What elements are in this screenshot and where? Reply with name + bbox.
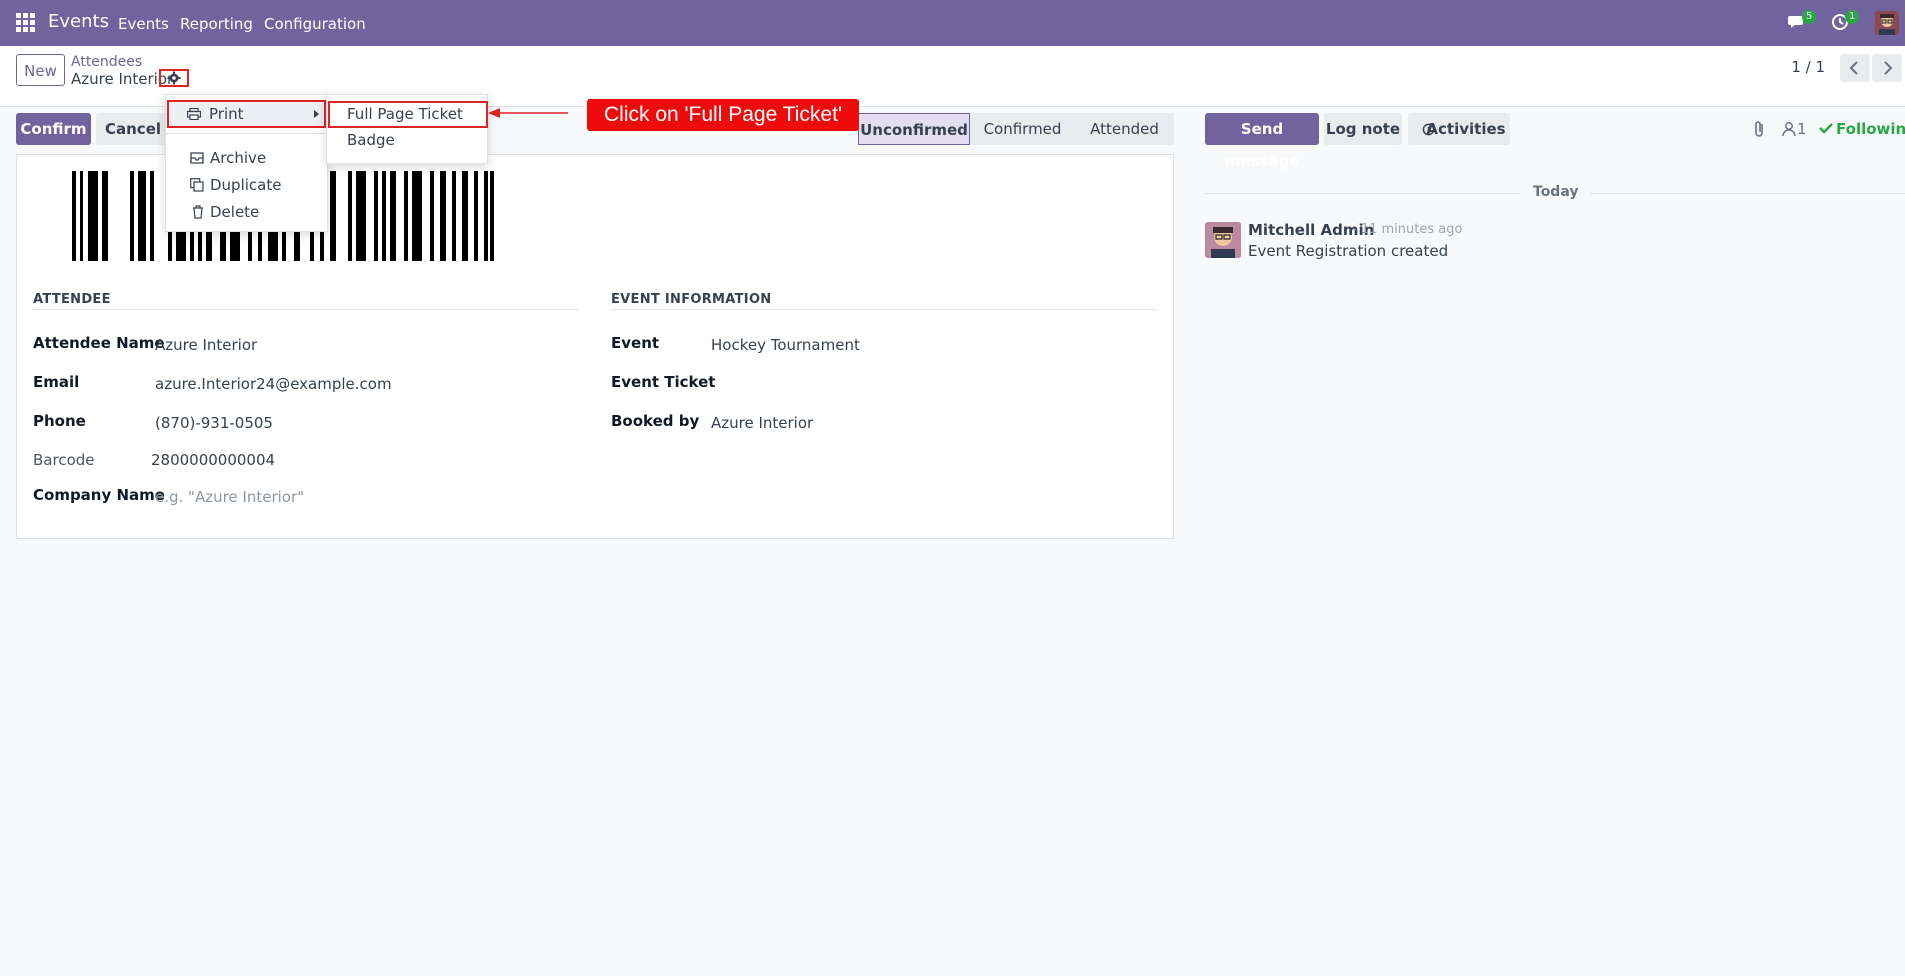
- company-name-label: Company Name: [33, 486, 165, 504]
- confirm-button[interactable]: Confirm: [16, 113, 91, 145]
- paperclip-icon[interactable]: [1752, 120, 1766, 138]
- following-button[interactable]: Following: [1836, 120, 1905, 138]
- caret-right-icon: [314, 110, 319, 118]
- activities-label: Activities: [1426, 120, 1506, 138]
- printer-icon: [187, 108, 201, 120]
- full-page-ticket-menu-item[interactable]: Full Page Ticket: [347, 105, 463, 123]
- top-navbar: Events Events Reporting Configuration 5 …: [0, 0, 1905, 46]
- app-name[interactable]: Events: [48, 11, 109, 32]
- activities-count-badge: 1: [1845, 10, 1860, 24]
- status-unconfirmed[interactable]: Unconfirmed: [858, 113, 970, 145]
- phone-field[interactable]: (870)-931-0505: [155, 414, 273, 432]
- gear-highlight-box[interactable]: [159, 69, 189, 87]
- annotation-arrow-icon: [488, 108, 568, 118]
- barcode-value: 2800000000004: [151, 451, 276, 469]
- gear-icon[interactable]: [167, 71, 181, 85]
- clock-icon: [1422, 123, 1435, 136]
- user-avatar[interactable]: [1875, 11, 1899, 35]
- message-time: - 11 minutes ago: [1352, 222, 1463, 237]
- menu-events[interactable]: Events: [118, 15, 169, 33]
- message-body: Event Registration created: [1248, 242, 1449, 260]
- archive-menu-item[interactable]: Archive: [210, 149, 266, 167]
- dropdown-divider: [166, 133, 327, 134]
- attendee-name-field[interactable]: Azure Interior: [155, 336, 257, 354]
- log-note-button[interactable]: Log note: [1324, 113, 1402, 145]
- badge-menu-item[interactable]: Badge: [347, 131, 395, 149]
- author-avatar[interactable]: [1205, 222, 1241, 258]
- phone-label: Phone: [33, 412, 86, 430]
- event-ticket-label: Event Ticket: [611, 373, 716, 391]
- booked-by-field[interactable]: Azure Interior: [711, 414, 813, 432]
- email-label: Email: [33, 373, 80, 391]
- archive-icon: [190, 152, 204, 164]
- send-message-button[interactable]: Send message: [1205, 113, 1319, 170]
- trash-icon: [193, 205, 203, 219]
- breadcrumb-current: Azure Interior: [71, 70, 174, 88]
- booked-by-label: Booked by: [611, 412, 700, 430]
- chevron-right-icon: [1884, 61, 1893, 75]
- event-info-section-title: EVENT INFORMATION: [611, 292, 772, 307]
- email-field[interactable]: azure.Interior24@example.com: [155, 375, 392, 393]
- instruction-callout: Click on 'Full Page Ticket': [587, 99, 859, 131]
- event-info-section-divider: [611, 309, 1157, 310]
- attendee-name-label: Attendee Name: [33, 334, 165, 352]
- activities-button[interactable]: Activities: [1408, 113, 1510, 145]
- full-page-ticket-highlight[interactable]: Full Page Ticket: [328, 101, 488, 128]
- attendee-section-divider: [33, 309, 579, 310]
- print-label: Print: [209, 105, 244, 123]
- barcode-label: Barcode: [33, 451, 95, 469]
- delete-menu-item[interactable]: Delete: [210, 203, 259, 221]
- messages-count-badge: 5: [1802, 10, 1817, 24]
- chevron-left-icon: [1849, 61, 1858, 75]
- today-divider-left: [1205, 193, 1520, 194]
- attendee-section-title: ATTENDEE: [33, 292, 111, 307]
- apps-menu-icon[interactable]: [16, 13, 36, 33]
- followers-icon[interactable]: [1782, 121, 1796, 137]
- today-separator: Today: [1533, 184, 1579, 200]
- followers-count[interactable]: 1: [1797, 120, 1807, 138]
- status-confirmed[interactable]: Confirmed: [970, 113, 1075, 145]
- menu-configuration[interactable]: Configuration: [264, 15, 366, 33]
- status-attended[interactable]: Attended: [1075, 113, 1174, 145]
- pager-prev-button[interactable]: [1840, 54, 1870, 82]
- new-button[interactable]: New: [16, 54, 65, 86]
- today-divider-right: [1590, 193, 1905, 194]
- breadcrumb-attendees[interactable]: Attendees: [71, 54, 142, 70]
- duplicate-icon: [190, 178, 204, 192]
- pager-value[interactable]: 1 / 1: [1791, 58, 1825, 76]
- check-icon: [1819, 123, 1833, 134]
- event-label: Event: [611, 334, 660, 352]
- duplicate-menu-item[interactable]: Duplicate: [210, 176, 281, 194]
- print-menu-item[interactable]: Print: [167, 100, 326, 128]
- company-name-input[interactable]: e.g. "Azure Interior": [155, 488, 304, 506]
- event-field[interactable]: Hockey Tournament: [711, 336, 860, 354]
- pager-next-button[interactable]: [1872, 54, 1902, 82]
- menu-reporting[interactable]: Reporting: [180, 15, 253, 33]
